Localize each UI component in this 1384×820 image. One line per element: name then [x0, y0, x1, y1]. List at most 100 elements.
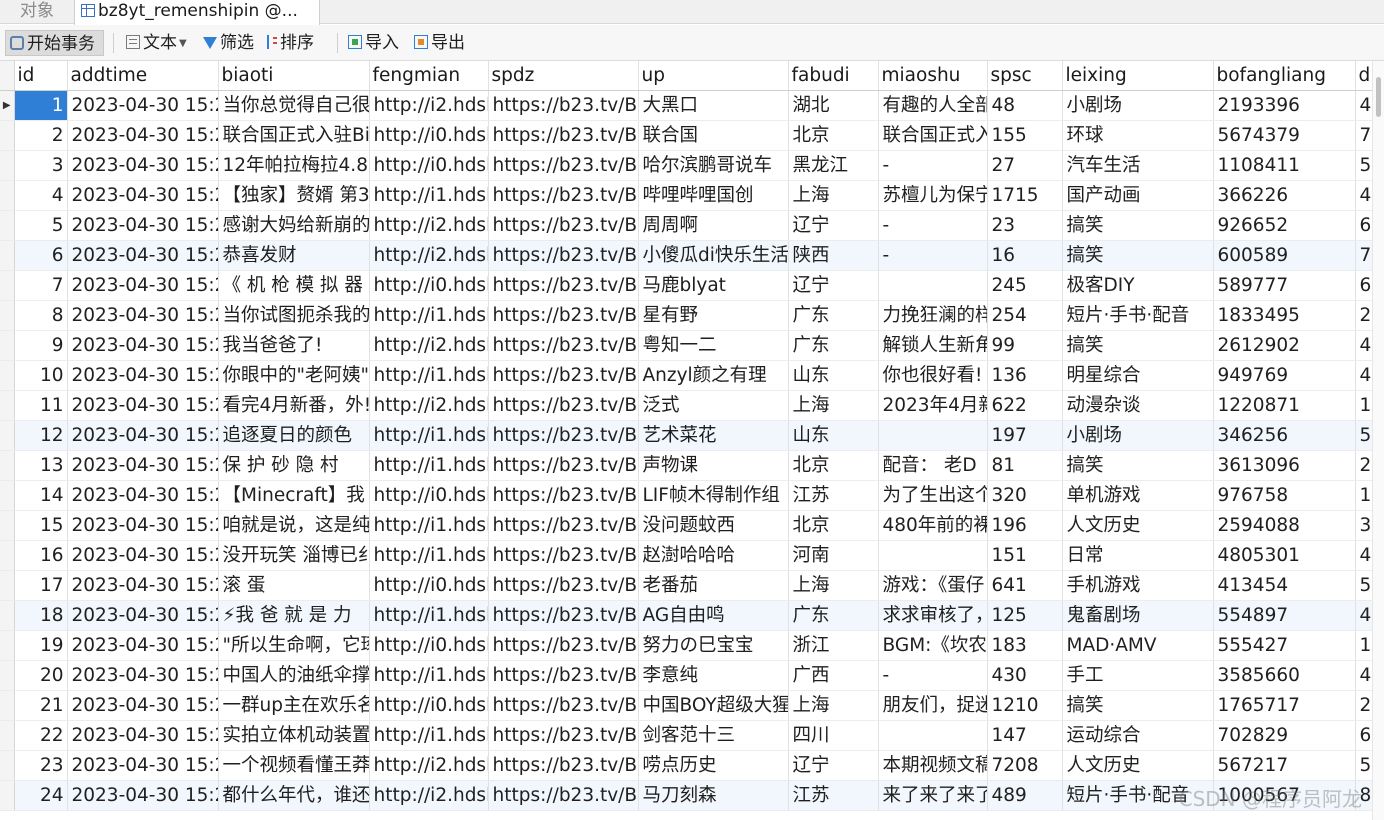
cell-miaoshu[interactable]: 力挽狂澜的样: [878, 300, 988, 331]
cell-spdz[interactable]: https://b23.tv/B: [488, 180, 639, 211]
row-indicator[interactable]: [0, 240, 15, 271]
cell-addtime[interactable]: 2023-04-30 15:2: [67, 330, 219, 361]
cell-spsc[interactable]: 622: [987, 390, 1063, 421]
row-indicator[interactable]: [0, 360, 15, 391]
scrollbar-thumb[interactable]: [1376, 77, 1381, 117]
cell-fengmian[interactable]: http://i1.hdsl: [369, 420, 489, 451]
cell-bofangliang[interactable]: 1000567: [1213, 780, 1356, 811]
cell-d[interactable]: 5: [1355, 750, 1373, 781]
table-row[interactable]: 11 2023-04-30 15:2 看完4月新番，外! http://i2.hdsl…: [0, 390, 1373, 421]
cell-miaoshu[interactable]: 求求审核了，: [878, 600, 988, 631]
cell-addtime[interactable]: 2023-04-30 15:2: [67, 270, 219, 301]
cell-up[interactable]: 马鹿blyat: [638, 270, 789, 301]
cell-biaoti[interactable]: 当你试图扼杀我的: [218, 300, 370, 331]
cell-spdz[interactable]: https://b23.tv/B: [488, 780, 639, 811]
cell-spsc[interactable]: 489: [987, 780, 1063, 811]
column-header-spdz[interactable]: spdz: [488, 61, 639, 91]
cell-id[interactable]: 8: [14, 300, 68, 331]
column-header-id[interactable]: id: [14, 61, 68, 91]
cell-leixing[interactable]: 极客DIY: [1062, 270, 1214, 301]
cell-bofangliang[interactable]: 1220871: [1213, 390, 1356, 421]
cell-spdz[interactable]: https://b23.tv/B: [488, 210, 639, 241]
cell-up[interactable]: 剑客范十三: [638, 720, 789, 751]
cell-addtime[interactable]: 2023-04-30 15:2: [67, 390, 219, 421]
cell-fabudi[interactable]: 广东: [788, 330, 879, 361]
table-row[interactable]: 20 2023-04-30 15:2 中国人的油纸伞撑 http://i1.hdsl h…: [0, 660, 1373, 691]
cell-miaoshu[interactable]: 配音： 老D: [878, 450, 988, 481]
cell-spsc[interactable]: 125: [987, 600, 1063, 631]
table-row[interactable]: 16 2023-04-30 15:2 没开玩笑 淄博已纟 http://i1.hdsl…: [0, 540, 1373, 571]
row-indicator[interactable]: [0, 570, 15, 601]
cell-spsc[interactable]: 1210: [987, 690, 1063, 721]
cell-fengmian[interactable]: http://i1.hdsl: [369, 720, 489, 751]
cell-fabudi[interactable]: 浙江: [788, 630, 879, 661]
cell-id[interactable]: 10: [14, 360, 68, 391]
cell-spsc[interactable]: 197: [987, 420, 1063, 451]
cell-biaoti[interactable]: 实拍立体机动装置: [218, 720, 370, 751]
cell-miaoshu[interactable]: 为了生出这个: [878, 480, 988, 511]
cell-biaoti[interactable]: 恭喜发财: [218, 240, 370, 271]
cell-spsc[interactable]: 151: [987, 540, 1063, 571]
cell-spdz[interactable]: https://b23.tv/B: [488, 120, 639, 151]
cell-up[interactable]: 艺术菜花: [638, 420, 789, 451]
cell-biaoti[interactable]: 【Minecraft】我: [218, 480, 370, 511]
cell-up[interactable]: 哔哩哔哩国创: [638, 180, 789, 211]
cell-up[interactable]: 哈尔滨鹏哥说车: [638, 150, 789, 181]
cell-fabudi[interactable]: 北京: [788, 510, 879, 541]
cell-spsc[interactable]: 1715: [987, 180, 1063, 211]
cell-miaoshu[interactable]: 480年前的裸: [878, 510, 988, 541]
cell-fabudi[interactable]: 广西: [788, 660, 879, 691]
cell-d[interactable]: 8: [1355, 780, 1373, 811]
table-row[interactable]: 17 2023-04-30 15:2 滚 蛋 http://i0.hdsl https:…: [0, 570, 1373, 601]
cell-addtime[interactable]: 2023-04-30 15:2: [67, 180, 219, 211]
cell-spdz[interactable]: https://b23.tv/B: [488, 150, 639, 181]
table-row[interactable]: ▶ 1 2023-04-30 15:2 当你总觉得自己很 http://i2.hdsl h…: [0, 90, 1373, 121]
cell-addtime[interactable]: 2023-04-30 15:2: [67, 210, 219, 241]
cell-leixing[interactable]: 日常: [1062, 540, 1214, 571]
cell-miaoshu[interactable]: 2023年4月新: [878, 390, 988, 421]
cell-fengmian[interactable]: http://i0.hdsl: [369, 270, 489, 301]
cell-leixing[interactable]: 国产动画: [1062, 180, 1214, 211]
cell-spdz[interactable]: https://b23.tv/B: [488, 600, 639, 631]
cell-biaoti[interactable]: 看完4月新番，外!: [218, 390, 370, 421]
import-button[interactable]: 导入: [344, 30, 408, 56]
cell-spdz[interactable]: https://b23.tv/B: [488, 570, 639, 601]
cell-up[interactable]: 中国BOY超级大猩: [638, 690, 789, 721]
cell-biaoti[interactable]: 没开玩笑 淄博已纟: [218, 540, 370, 571]
cell-spsc[interactable]: 430: [987, 660, 1063, 691]
cell-bofangliang[interactable]: 2193396: [1213, 90, 1356, 121]
row-indicator[interactable]: [0, 330, 15, 361]
cell-addtime[interactable]: 2023-04-30 15:2: [67, 780, 219, 811]
table-row[interactable]: 4 2023-04-30 15:2 【独家】赘婿 第3 http://i1.hdsl h…: [0, 180, 1373, 211]
cell-addtime[interactable]: 2023-04-30 15:2: [67, 720, 219, 751]
cell-id[interactable]: 21: [14, 690, 68, 721]
cell-spsc[interactable]: 155: [987, 120, 1063, 151]
sort-button[interactable]: 排序: [263, 30, 329, 56]
cell-spdz[interactable]: https://b23.tv/B: [488, 690, 639, 721]
cell-addtime[interactable]: 2023-04-30 15:2: [67, 120, 219, 151]
column-header-spsc[interactable]: spsc: [987, 61, 1063, 91]
cell-up[interactable]: 周周啊: [638, 210, 789, 241]
cell-leixing[interactable]: 手工: [1062, 660, 1214, 691]
cell-fabudi[interactable]: 辽宁: [788, 750, 879, 781]
cell-up[interactable]: 赵澍哈哈哈: [638, 540, 789, 571]
cell-id[interactable]: 7: [14, 270, 68, 301]
cell-fengmian[interactable]: http://i0.hdsl: [369, 150, 489, 181]
cell-fengmian[interactable]: http://i2.hdsl: [369, 390, 489, 421]
cell-fabudi[interactable]: 河南: [788, 540, 879, 571]
table-row[interactable]: 9 2023-04-30 15:2 我当爸爸了! http://i2.hdsl http…: [0, 330, 1373, 361]
row-indicator[interactable]: [0, 450, 15, 481]
table-row[interactable]: 8 2023-04-30 15:2 当你试图扼杀我的 http://i1.hdsl ht…: [0, 300, 1373, 331]
cell-d[interactable]: 4: [1355, 180, 1373, 211]
cell-up[interactable]: 联合国: [638, 120, 789, 151]
cell-fengmian[interactable]: http://i1.hdsl: [369, 180, 489, 211]
cell-spsc[interactable]: 7208: [987, 750, 1063, 781]
cell-bofangliang[interactable]: 346256: [1213, 420, 1356, 451]
cell-biaoti[interactable]: 中国人的油纸伞撑: [218, 660, 370, 691]
row-indicator[interactable]: [0, 540, 15, 571]
cell-leixing[interactable]: 人文历史: [1062, 510, 1214, 541]
cell-fabudi[interactable]: 辽宁: [788, 270, 879, 301]
row-indicator[interactable]: [0, 120, 15, 151]
table-row[interactable]: 2 2023-04-30 15:2 联合国正式入驻Bi http://i0.hdsl h…: [0, 120, 1373, 151]
cell-id[interactable]: 9: [14, 330, 68, 361]
